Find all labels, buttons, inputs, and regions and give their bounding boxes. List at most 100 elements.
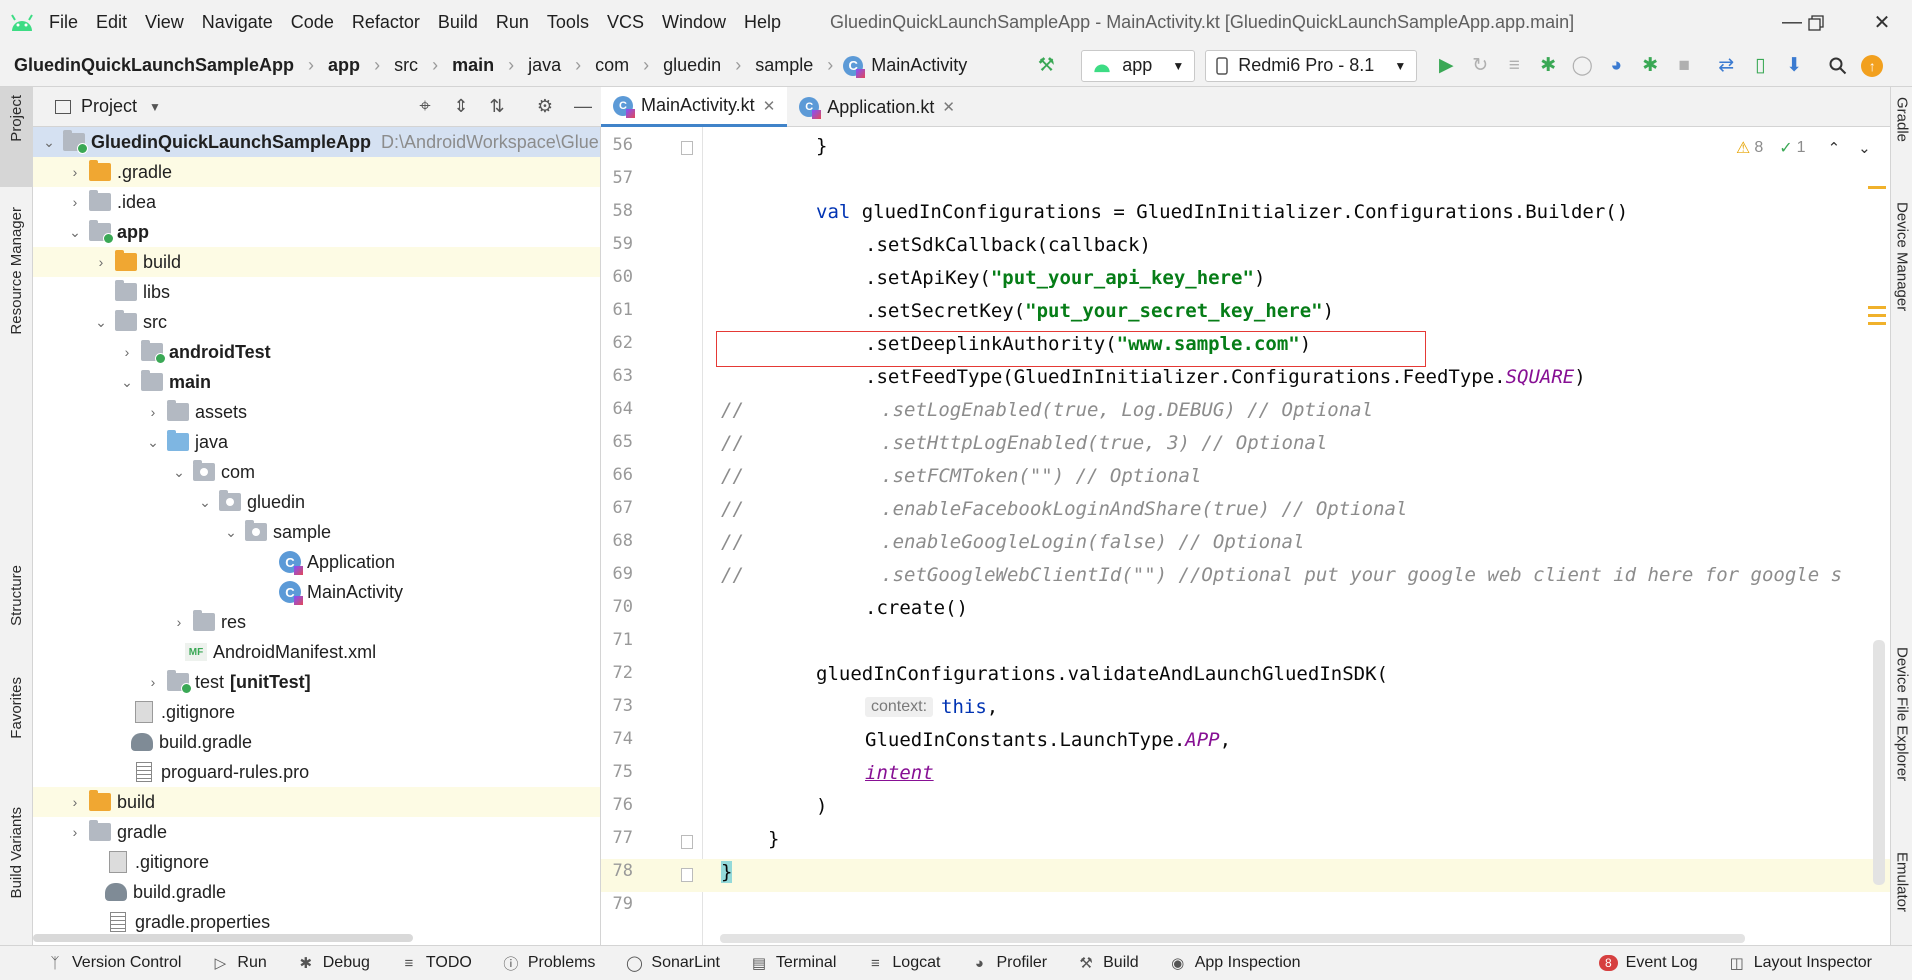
menu-refactor[interactable]: Refactor (343, 12, 429, 33)
apply-changes-icon[interactable]: ↻ (1463, 49, 1497, 83)
tree-row[interactable]: .gitignore (33, 697, 600, 727)
tree-row[interactable]: › .gradle (33, 157, 600, 187)
project-tree-horizontal-scrollbar[interactable] (33, 934, 413, 942)
terminal-tool-button[interactable]: ▤ Terminal (750, 954, 837, 972)
sdk-manager-icon[interactable]: ⬇ (1777, 49, 1811, 83)
previous-highlight-icon[interactable]: ⌃ (1828, 139, 1841, 157)
apply-code-changes-icon[interactable]: ≡ (1497, 49, 1531, 83)
close-window-icon[interactable]: ✕ (1852, 0, 1912, 45)
profile-icon[interactable]: ◕ (1599, 49, 1633, 83)
chevron-right-icon[interactable]: › (145, 667, 161, 697)
error-stripe-marker[interactable] (1868, 306, 1886, 309)
next-highlight-icon[interactable]: ⌄ (1858, 139, 1871, 157)
collapse-all-icon[interactable]: ⇅ (479, 96, 515, 117)
chevron-down-icon[interactable]: ⌄ (171, 457, 187, 487)
chevron-right-icon[interactable]: › (67, 157, 83, 187)
tool-tab-emulator[interactable]: Emulator (1891, 852, 1912, 942)
tool-tab-gradle[interactable]: Gradle (1891, 97, 1912, 177)
device-manager-icon[interactable]: ▯ (1743, 49, 1777, 83)
breadcrumb-project[interactable]: GluedinQuickLaunchSampleApp (0, 55, 298, 76)
logcat-tool-button[interactable]: ≡ Logcat (866, 954, 940, 972)
tree-row[interactable]: ⌄ com (33, 457, 600, 487)
tree-row[interactable]: › gradle (33, 817, 600, 847)
build-tool-button[interactable]: ⚒ Build (1077, 954, 1138, 972)
tree-row[interactable]: › androidTest (33, 337, 600, 367)
chevron-right-icon[interactable]: › (93, 247, 109, 277)
breadcrumb-src[interactable]: src (380, 55, 422, 76)
tree-row[interactable]: C MainActivity (33, 577, 600, 607)
select-opened-file-icon[interactable]: ⌖ (407, 95, 443, 118)
expand-all-icon[interactable]: ⇕ (443, 96, 479, 117)
breadcrumb-sample[interactable]: sample (741, 55, 817, 76)
tree-row[interactable]: libs (33, 277, 600, 307)
chevron-right-icon[interactable]: › (119, 337, 135, 367)
run-icon[interactable]: ▶ (1429, 49, 1463, 83)
chevron-right-icon[interactable]: › (67, 787, 83, 817)
tool-tab-device-file-explorer[interactable]: Device File Explorer (1891, 647, 1912, 877)
menu-vcs[interactable]: VCS (598, 12, 653, 33)
search-icon[interactable] (1821, 49, 1855, 83)
breadcrumb-java[interactable]: java (514, 55, 565, 76)
update-icon[interactable]: ↑ (1855, 49, 1889, 83)
tree-row[interactable]: ⌄ java (33, 427, 600, 457)
tree-row[interactable]: ⌄ GluedinQuickLaunchSampleApp D:\AndroidWo… (33, 127, 600, 157)
todo-tool-button[interactable]: ≡ TODO (400, 954, 472, 972)
tree-row[interactable]: ⌄ sample (33, 517, 600, 547)
breadcrumb-com[interactable]: com (581, 55, 633, 76)
menu-build[interactable]: Build (429, 12, 487, 33)
tree-row[interactable]: gradle.properties (33, 907, 600, 937)
chevron-right-icon[interactable]: › (145, 397, 161, 427)
sonarlint-tool-button[interactable]: ◯ SonarLint (625, 954, 720, 972)
layout-inspector-button[interactable]: ◫ Layout Inspector (1728, 954, 1872, 972)
menu-edit[interactable]: Edit (87, 12, 136, 33)
restore-icon[interactable] (1786, 0, 1846, 45)
menu-run[interactable]: Run (487, 12, 538, 33)
error-stripe-marker[interactable] (1868, 322, 1886, 325)
tree-row[interactable]: › build (33, 247, 600, 277)
run-tool-button[interactable]: ▷ Run (211, 954, 267, 972)
tool-tab-device-manager[interactable]: Device Manager (1891, 202, 1912, 372)
chevron-down-icon[interactable]: ⌄ (223, 517, 239, 547)
tree-row[interactable]: ⌄ gluedin (33, 487, 600, 517)
chevron-right-icon[interactable]: › (67, 817, 83, 847)
tab-mainactivity[interactable]: C MainActivity.kt ✕ (601, 87, 788, 127)
tree-row[interactable]: › assets (33, 397, 600, 427)
inspection-widget[interactable]: ⚠ 8 ✓ 1 ⌃ ⌄ (1736, 136, 1871, 160)
tool-tab-structure[interactable]: Structure (0, 565, 33, 655)
code-editor[interactable]: } val gluedInConfigurations = GluedInIni… (703, 127, 1890, 945)
chevron-down-icon[interactable]: ⌄ (41, 127, 57, 157)
tree-row[interactable]: build.gradle (33, 877, 600, 907)
tree-row[interactable]: build.gradle (33, 727, 600, 757)
sync-gradle-icon[interactable]: ⇄ (1709, 49, 1743, 83)
tree-row[interactable]: › .idea (33, 187, 600, 217)
make-project-hammer-icon[interactable]: ⚒ (1029, 49, 1063, 83)
chevron-down-icon[interactable]: ⌄ (67, 217, 83, 247)
stop-icon[interactable]: ■ (1667, 49, 1701, 83)
fold-marker-icon[interactable] (681, 835, 693, 849)
tool-tab-favorites[interactable]: Favorites (0, 677, 33, 767)
breadcrumb-mainactivity[interactable]: MainActivity (869, 55, 971, 76)
breadcrumb-gluedin[interactable]: gluedin (649, 55, 725, 76)
event-log-button[interactable]: 8 Event Log (1598, 954, 1698, 972)
hide-panel-icon[interactable]: — (565, 96, 601, 117)
editor-gutter[interactable]: 56 57 58 59 60 61 62 63 64 65 66 67 68 6… (601, 127, 703, 945)
close-icon[interactable]: ✕ (942, 98, 955, 116)
menu-navigate[interactable]: Navigate (193, 12, 282, 33)
menu-tools[interactable]: Tools (538, 12, 598, 33)
editor-horizontal-scrollbar[interactable] (720, 934, 1745, 943)
breadcrumb-main[interactable]: main (438, 55, 498, 76)
tree-row[interactable]: › build (33, 787, 600, 817)
coverage-icon[interactable]: ✱ (1633, 49, 1667, 83)
close-icon[interactable]: ✕ (763, 97, 776, 115)
error-stripe-marker[interactable] (1868, 314, 1886, 317)
tree-row[interactable]: .gitignore (33, 847, 600, 877)
menu-view[interactable]: View (136, 12, 193, 33)
fold-marker-icon[interactable] (681, 868, 693, 882)
gear-icon[interactable]: ⚙ (525, 96, 565, 117)
tree-row[interactable]: ⌄ src (33, 307, 600, 337)
tool-tab-project[interactable]: Project (0, 87, 33, 187)
tab-application[interactable]: C Application.kt ✕ (787, 87, 967, 127)
problems-tool-button[interactable]: ⓘ Problems (502, 954, 595, 973)
project-panel-title[interactable]: Project (81, 96, 137, 117)
menu-window[interactable]: Window (653, 12, 735, 33)
